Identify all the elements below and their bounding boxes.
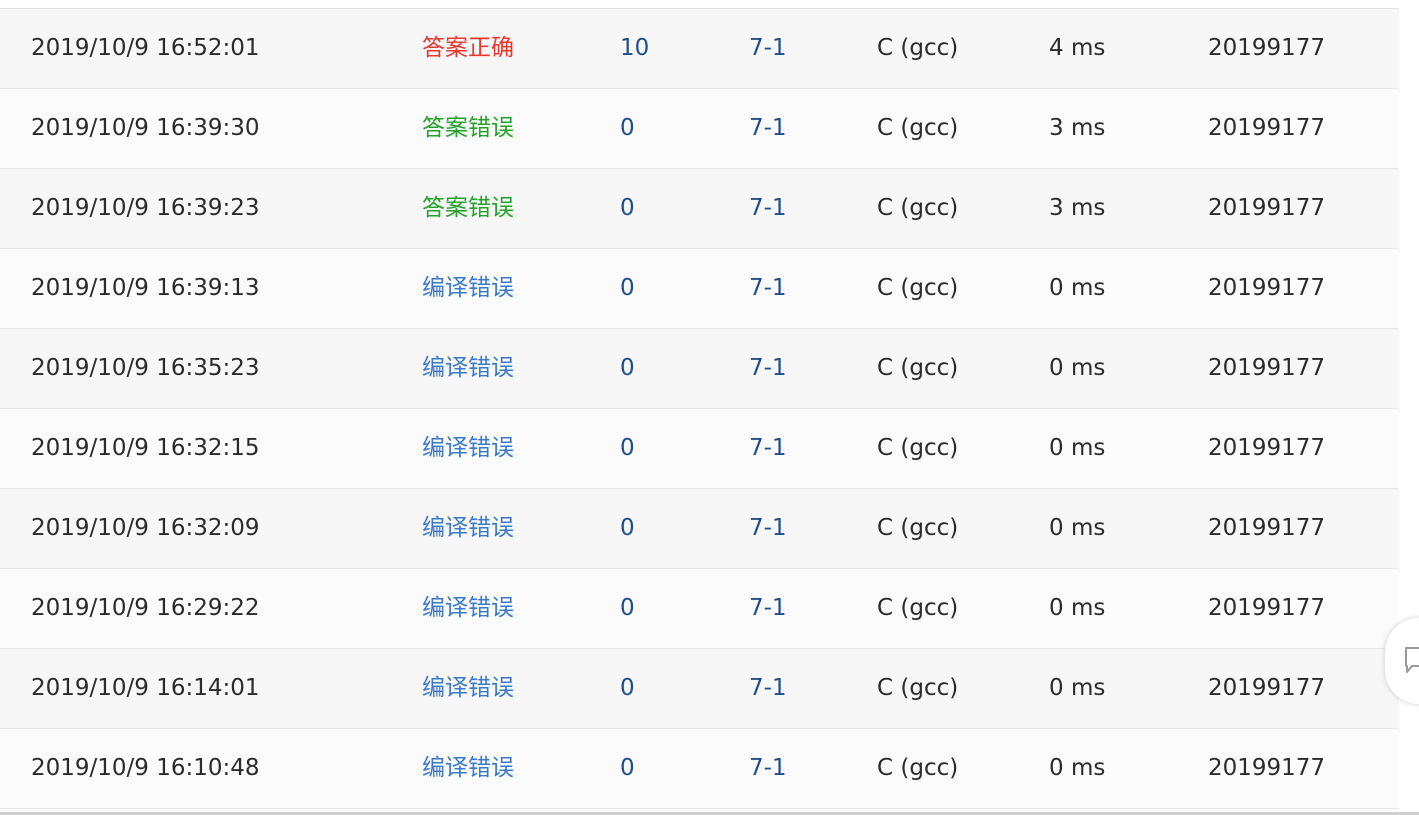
- runtime: 0 ms: [1049, 435, 1106, 461]
- problem-link[interactable]: 7-1: [749, 649, 787, 728]
- language: C (gcc): [877, 275, 959, 301]
- user-id: 20199177: [1208, 195, 1326, 221]
- status-link[interactable]: 编译错误: [422, 489, 514, 568]
- table-row[interactable]: 2019/10/9 16:14:01 编译错误 0 7-1 C (gcc) 0 …: [0, 649, 1399, 729]
- score: 0: [620, 755, 635, 781]
- submit-time: 2019/10/9 16:39:23: [31, 195, 260, 221]
- score: 0: [620, 195, 635, 221]
- table-row[interactable]: 2019/10/9 16:35:23 编译错误 0 7-1 C (gcc) 0 …: [0, 329, 1399, 409]
- problem-link[interactable]: 7-1: [749, 9, 787, 88]
- table-row[interactable]: 2019/10/9 16:52:01 答案正确 10 7-1 C (gcc) 4…: [0, 9, 1399, 89]
- problem-link[interactable]: 7-1: [749, 89, 787, 168]
- runtime: 0 ms: [1049, 515, 1106, 541]
- table-row[interactable]: 2019/10/9 16:39:30 答案错误 0 7-1 C (gcc) 3 …: [0, 89, 1399, 169]
- score: 0: [620, 355, 635, 381]
- runtime: 4 ms: [1049, 35, 1106, 61]
- problem-link[interactable]: 7-1: [749, 329, 787, 408]
- problem-link[interactable]: 7-1: [749, 489, 787, 568]
- score: 0: [620, 275, 635, 301]
- runtime: 0 ms: [1049, 355, 1106, 381]
- status-link[interactable]: 编译错误: [422, 569, 514, 648]
- user-id: 20199177: [1208, 275, 1326, 301]
- table-row[interactable]: 2019/10/9 16:39:23 答案错误 0 7-1 C (gcc) 3 …: [0, 169, 1399, 249]
- score: 0: [620, 435, 635, 461]
- problem-link[interactable]: 7-1: [749, 729, 787, 808]
- submit-time: 2019/10/9 16:29:22: [31, 595, 260, 621]
- runtime: 3 ms: [1049, 115, 1106, 141]
- score: 10: [620, 35, 650, 61]
- status-link[interactable]: 编译错误: [422, 329, 514, 408]
- page: 2019/10/9 16:52:01 答案正确 10 7-1 C (gcc) 4…: [0, 0, 1419, 815]
- status-link[interactable]: 编译错误: [422, 409, 514, 488]
- language: C (gcc): [877, 355, 959, 381]
- user-id: 20199177: [1208, 355, 1326, 381]
- runtime: 0 ms: [1049, 595, 1106, 621]
- runtime: 3 ms: [1049, 195, 1106, 221]
- submit-time: 2019/10/9 16:35:23: [31, 355, 260, 381]
- table-row[interactable]: 2019/10/9 16:29:22 编译错误 0 7-1 C (gcc) 0 …: [0, 569, 1399, 649]
- score: 0: [620, 595, 635, 621]
- submit-time: 2019/10/9 16:52:01: [31, 35, 260, 61]
- table-row[interactable]: 2019/10/9 16:10:48 编译错误 0 7-1 C (gcc) 0 …: [0, 729, 1399, 809]
- language: C (gcc): [877, 755, 959, 781]
- language: C (gcc): [877, 115, 959, 141]
- status-link[interactable]: 编译错误: [422, 729, 514, 808]
- status-link[interactable]: 答案正确: [422, 9, 514, 88]
- status-link[interactable]: 答案错误: [422, 89, 514, 168]
- score: 0: [620, 675, 635, 701]
- submissions-table: 2019/10/9 16:52:01 答案正确 10 7-1 C (gcc) 4…: [0, 8, 1399, 809]
- user-id: 20199177: [1208, 115, 1326, 141]
- table-row[interactable]: 2019/10/9 16:32:15 编译错误 0 7-1 C (gcc) 0 …: [0, 409, 1399, 489]
- status-link[interactable]: 答案错误: [422, 169, 514, 248]
- submit-time: 2019/10/9 16:32:09: [31, 515, 260, 541]
- runtime: 0 ms: [1049, 755, 1106, 781]
- submit-time: 2019/10/9 16:39:30: [31, 115, 260, 141]
- language: C (gcc): [877, 35, 959, 61]
- problem-link[interactable]: 7-1: [749, 169, 787, 248]
- submit-time: 2019/10/9 16:10:48: [31, 755, 260, 781]
- runtime: 0 ms: [1049, 675, 1106, 701]
- status-link[interactable]: 编译错误: [422, 649, 514, 728]
- table-row[interactable]: 2019/10/9 16:32:09 编译错误 0 7-1 C (gcc) 0 …: [0, 489, 1399, 569]
- user-id: 20199177: [1208, 435, 1326, 461]
- user-id: 20199177: [1208, 515, 1326, 541]
- language: C (gcc): [877, 675, 959, 701]
- user-id: 20199177: [1208, 35, 1326, 61]
- submit-time: 2019/10/9 16:14:01: [31, 675, 260, 701]
- table-row[interactable]: 2019/10/9 16:39:13 编译错误 0 7-1 C (gcc) 0 …: [0, 249, 1399, 329]
- submit-time: 2019/10/9 16:32:15: [31, 435, 260, 461]
- problem-link[interactable]: 7-1: [749, 569, 787, 648]
- language: C (gcc): [877, 515, 959, 541]
- score: 0: [620, 115, 635, 141]
- submit-time: 2019/10/9 16:39:13: [31, 275, 260, 301]
- user-id: 20199177: [1208, 675, 1326, 701]
- score: 0: [620, 515, 635, 541]
- problem-link[interactable]: 7-1: [749, 249, 787, 328]
- runtime: 0 ms: [1049, 275, 1106, 301]
- language: C (gcc): [877, 195, 959, 221]
- problem-link[interactable]: 7-1: [749, 409, 787, 488]
- language: C (gcc): [877, 595, 959, 621]
- user-id: 20199177: [1208, 755, 1326, 781]
- language: C (gcc): [877, 435, 959, 461]
- user-id: 20199177: [1208, 595, 1326, 621]
- status-link[interactable]: 编译错误: [422, 249, 514, 328]
